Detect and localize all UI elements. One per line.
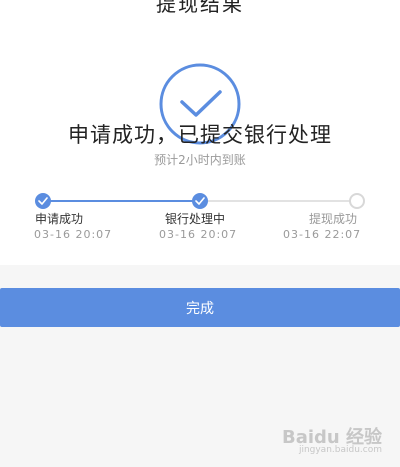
step-1-time: 03-16 20:07 bbox=[34, 228, 113, 241]
result-card: 提现结果 申请成功，已提交银行处理 预计2小时内到账 申请成功 银行处理中 提现… bbox=[0, 0, 400, 265]
status-subline: 预计2小时内到账 bbox=[154, 153, 246, 167]
watermark-logo: Baidu 经验 jingyan.baidu.com bbox=[282, 423, 382, 455]
step-2-label: 银行处理中 bbox=[165, 212, 226, 226]
step-3-pending-dot bbox=[349, 193, 365, 209]
watermark-url: jingyan.baidu.com bbox=[298, 445, 382, 455]
page-title: 提现结果 bbox=[156, 0, 244, 16]
step-2-time: 03-16 20:07 bbox=[159, 228, 238, 241]
step-1-label: 申请成功 bbox=[35, 212, 84, 226]
step-1-check-icon bbox=[35, 193, 51, 209]
step-3-label: 提现成功 bbox=[309, 212, 358, 226]
progress-line-done bbox=[44, 200, 199, 202]
progress-line-pending bbox=[200, 200, 356, 202]
step-3-time: 03-16 22:07 bbox=[283, 228, 362, 241]
progress-tracker: 申请成功 银行处理中 提现成功 03-16 20:07 03-16 20:07 … bbox=[0, 188, 400, 248]
withdrawal-result-page: 提现结果 申请成功，已提交银行处理 预计2小时内到账 申请成功 银行处理中 提现… bbox=[0, 0, 400, 467]
status-headline: 申请成功，已提交银行处理 bbox=[68, 123, 332, 147]
done-button[interactable]: 完成 bbox=[0, 288, 400, 327]
step-2-check-icon bbox=[192, 193, 208, 209]
